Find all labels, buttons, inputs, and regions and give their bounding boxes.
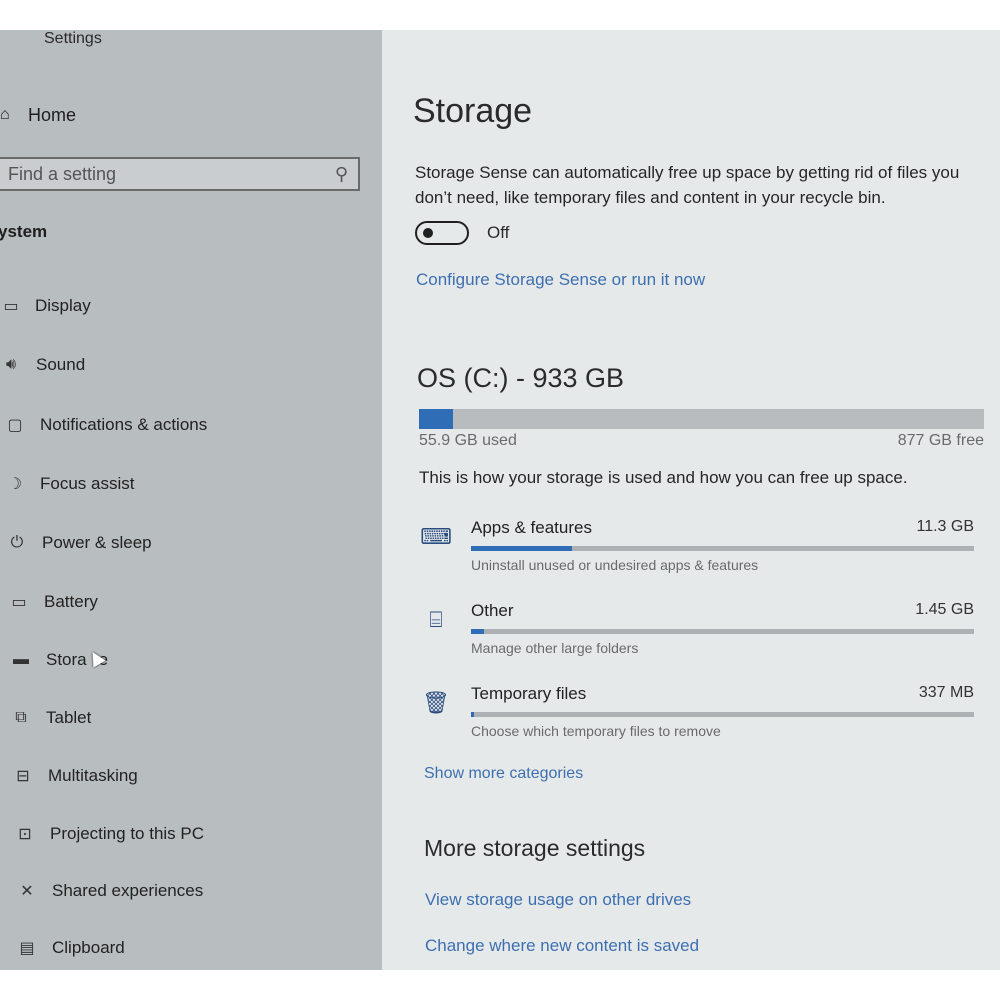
home-icon: ⌂ [0, 106, 10, 123]
category-subtitle: Manage other large folders [471, 640, 639, 656]
storage-sense-toggle[interactable] [415, 221, 469, 245]
search-input[interactable]: Find a setting ⚲ [0, 157, 360, 191]
sidebar-item-focus-assist[interactable]: ☽ Focus assist [4, 464, 135, 504]
sidebar-item-multitasking[interactable]: ⊟ Multitasking [12, 756, 138, 796]
folder-icon: ⌸ [429, 607, 443, 632]
toggle-knob [423, 228, 433, 238]
category-size: 11.3 GB [916, 518, 974, 535]
app-title: Settings [44, 30, 102, 47]
sidebar-item-label: Clipboard [52, 938, 125, 957]
section-heading: ystem [0, 222, 48, 241]
sidebar-item-power-sleep[interactable]: ⏻ Power & sleep [6, 523, 152, 563]
category-size: 1.45 GB [915, 601, 974, 618]
sidebar-item-label: Projecting to this PC [50, 824, 205, 843]
search-icon[interactable]: ⚲ [335, 164, 348, 185]
category-bar-fill [471, 629, 485, 634]
sidebar: Settings ⌂ Home Find a setting ⚲ ystem ▭… [0, 30, 382, 970]
sidebar-item-label: Multitasking [48, 766, 138, 785]
notification-icon: ▢ [7, 417, 23, 434]
sidebar-item-label: Shared experiences [52, 881, 204, 900]
category-bar-fill [471, 712, 475, 717]
drive-free-label: 877 GB free [897, 432, 984, 449]
projector-icon: ⊡ [18, 826, 32, 843]
category-apps-features[interactable]: ⌨ Apps & features 11.3 GB Uninstall unus… [419, 518, 974, 588]
category-bar [471, 712, 974, 717]
keyboard-icon: ⌨ [420, 524, 452, 549]
sidebar-item-sound[interactable]: 🔊︎ Sound [0, 345, 85, 385]
sidebar-item-projecting[interactable]: ⊡ Projecting to this PC [14, 814, 204, 854]
search-placeholder: Find a setting [8, 163, 117, 184]
category-size: 337 MB [918, 684, 974, 701]
category-other[interactable]: ⌸ Other 1.45 GB Manage other large folde… [419, 601, 974, 671]
main-panel: Storage Storage Sense can automatically … [382, 30, 1000, 970]
drive-usage-fill [419, 409, 453, 429]
category-bar [471, 629, 974, 634]
sidebar-item-label: Focus assist [40, 474, 135, 493]
sidebar-item-display[interactable]: ▭ Display [0, 286, 91, 326]
display-icon: ▭ [3, 298, 19, 315]
tablet-icon: ⧉ [15, 709, 27, 726]
sidebar-item-label: Stora [46, 650, 87, 669]
more-storage-settings-heading: More storage settings [424, 835, 646, 861]
sidebar-item-label: Sound [36, 355, 86, 374]
category-subtitle: Uninstall unused or undesired apps & fea… [471, 557, 759, 573]
drive-title: OS (C:) - 933 GB [417, 363, 625, 393]
category-temporary-files[interactable]: 🗑︎ Temporary files 337 MB Choose which t… [419, 684, 974, 754]
storage-sense-description: Storage Sense can automatically free up … [415, 163, 960, 207]
sidebar-item-shared-experiences[interactable]: ✕ Shared experiences [16, 871, 203, 911]
drive-used-label: 55.9 GB used [419, 432, 517, 449]
sidebar-item-label: Display [35, 296, 91, 315]
category-bar [471, 546, 974, 551]
multitasking-icon: ⊟ [16, 768, 30, 785]
category-subtitle: Choose which temporary files to remove [471, 723, 721, 739]
drive-usage-bar [419, 409, 984, 429]
change-save-location-link[interactable]: Change where new content is saved [425, 936, 699, 956]
sidebar-item-clipboard[interactable]: ▤ Clipboard [16, 928, 125, 968]
battery-icon: ▭ [11, 594, 27, 611]
trash-icon: 🗑︎ [422, 690, 450, 715]
view-other-drives-link[interactable]: View storage usage on other drives [425, 890, 691, 910]
home-nav-item[interactable]: ⌂ Home [0, 100, 76, 130]
sidebar-item-battery[interactable]: ▭ Battery [8, 582, 98, 622]
category-name: Temporary files [471, 684, 587, 703]
category-bar-fill [471, 546, 572, 551]
category-name: Apps & features [471, 518, 592, 537]
usage-description: This is how your storage is used and how… [419, 468, 908, 487]
speaker-icon: 🔊︎ [5, 356, 17, 373]
sidebar-item-label: Power & sleep [42, 533, 152, 552]
show-more-categories-link[interactable]: Show more categories [424, 765, 583, 783]
sidebar-item-tablet[interactable]: ⧉ Tablet [10, 698, 91, 738]
category-name: Other [471, 601, 514, 620]
toggle-state-label: Off [487, 223, 510, 242]
home-label: Home [28, 104, 77, 125]
settings-window: Settings ⌂ Home Find a setting ⚲ ystem ▭… [0, 30, 1000, 970]
moon-icon: ☽ [7, 476, 23, 493]
sidebar-item-label: Battery [44, 592, 98, 611]
shared-experiences-icon: ✕ [20, 883, 34, 900]
sidebar-item-notifications[interactable]: ▢ Notifications & actions [4, 405, 207, 445]
sidebar-item-label: Tablet [46, 708, 92, 727]
configure-storage-sense-link[interactable]: Configure Storage Sense or run it now [416, 270, 705, 290]
clipboard-icon: ▤ [19, 940, 35, 957]
power-icon: ⏻ [10, 534, 24, 551]
sidebar-item-label: Notifications & actions [40, 415, 208, 434]
page-title: Storage [413, 92, 533, 130]
storage-icon: ▬ [13, 651, 29, 668]
